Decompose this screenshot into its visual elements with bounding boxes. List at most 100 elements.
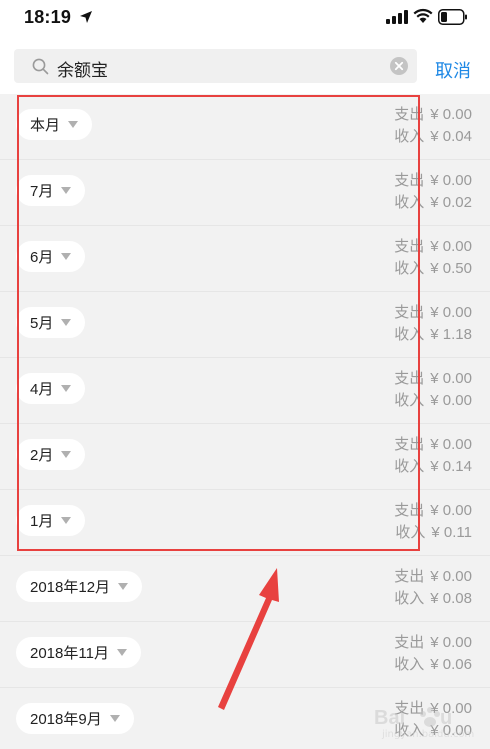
expense-value: ¥ 0.00 bbox=[430, 172, 472, 189]
month-selector[interactable]: 本月 bbox=[16, 109, 93, 140]
expense-value: ¥ 0.00 bbox=[430, 238, 472, 255]
svg-text:Bai: Bai bbox=[374, 707, 405, 729]
search-input[interactable]: 余额宝 bbox=[14, 49, 417, 83]
baidu-watermark: Bai u jingyan.baidu.com bbox=[368, 700, 478, 740]
expense-label: 支出 bbox=[394, 436, 425, 453]
month-selector[interactable]: 2018年9月 bbox=[16, 703, 134, 734]
income-label: 收入 bbox=[394, 128, 425, 145]
expense-label: 支出 bbox=[394, 172, 425, 189]
amounts: 支出 ¥ 0.00 收入 ¥ 0.14 bbox=[394, 434, 472, 478]
income-label: 收入 bbox=[394, 326, 425, 343]
month-selector[interactable]: 7月 bbox=[16, 175, 86, 206]
expense-value: ¥ 0.00 bbox=[430, 436, 472, 453]
income-value: ¥ 0.00 bbox=[430, 392, 472, 409]
income-label: 收入 bbox=[394, 656, 425, 673]
list-item[interactable]: 7月 支出 ¥ 0.00 收入 ¥ 0.02 bbox=[0, 160, 490, 226]
caret-down-icon bbox=[61, 187, 72, 194]
caret-down-icon bbox=[118, 583, 129, 590]
list-item[interactable]: 6月 支出 ¥ 0.00 收入 ¥ 0.50 bbox=[0, 226, 490, 292]
list-item[interactable]: 2018年11月 支出 ¥ 0.00 收入 ¥ 0.06 bbox=[0, 622, 490, 688]
list-item[interactable]: 1月 支出 ¥ 0.00 收入 ¥ 0.11 bbox=[0, 490, 490, 556]
list-item[interactable]: 2018年12月 支出 ¥ 0.00 收入 ¥ 0.08 bbox=[0, 556, 490, 622]
income-label: 收入 bbox=[394, 194, 425, 211]
month-label: 1月 bbox=[30, 513, 54, 530]
month-label: 2018年12月 bbox=[30, 579, 111, 596]
list-item[interactable]: 5月 支出 ¥ 0.00 收入 ¥ 1.18 bbox=[0, 292, 490, 358]
expense-label: 支出 bbox=[394, 568, 425, 585]
month-label: 2月 bbox=[30, 447, 54, 464]
month-selector[interactable]: 5月 bbox=[16, 307, 86, 338]
list-item[interactable]: 4月 支出 ¥ 0.00 收入 ¥ 0.00 bbox=[0, 358, 490, 424]
search-header: 余额宝 取消 bbox=[0, 36, 490, 94]
month-selector[interactable]: 4月 bbox=[16, 373, 86, 404]
month-selector[interactable]: 2018年11月 bbox=[16, 637, 141, 668]
caret-down-icon bbox=[61, 385, 72, 392]
income-value: ¥ 0.14 bbox=[430, 458, 472, 475]
battery-icon bbox=[438, 9, 467, 25]
income-label: 收入 bbox=[394, 260, 425, 277]
month-label: 2018年9月 bbox=[30, 711, 102, 728]
expense-label: 支出 bbox=[394, 634, 425, 651]
amounts: 支出 ¥ 0.00 收入 ¥ 0.06 bbox=[394, 632, 472, 676]
month-label: 2018年11月 bbox=[30, 645, 109, 662]
income-value: ¥ 0.04 bbox=[430, 128, 472, 145]
month-selector[interactable]: 1月 bbox=[16, 505, 86, 536]
expense-value: ¥ 0.00 bbox=[430, 304, 472, 321]
income-value: ¥ 0.08 bbox=[430, 590, 472, 607]
amounts: 支出 ¥ 0.00 收入 ¥ 0.11 bbox=[394, 500, 472, 544]
clear-icon[interactable] bbox=[390, 57, 408, 75]
search-query: 余额宝 bbox=[57, 61, 108, 80]
expense-label: 支出 bbox=[394, 106, 425, 123]
month-label: 本月 bbox=[30, 117, 61, 134]
cancel-button[interactable]: 取消 bbox=[435, 57, 471, 83]
status-bar: 18:19 bbox=[0, 0, 490, 36]
month-selector[interactable]: 2月 bbox=[16, 439, 86, 470]
amounts: 支出 ¥ 0.00 收入 ¥ 0.02 bbox=[394, 170, 472, 214]
month-selector[interactable]: 2018年12月 bbox=[16, 571, 143, 602]
caret-down-icon bbox=[68, 121, 79, 128]
caret-down-icon bbox=[109, 715, 120, 722]
expense-label: 支出 bbox=[394, 502, 425, 519]
list-item[interactable]: 本月 支出 ¥ 0.00 收入 ¥ 0.04 bbox=[0, 94, 490, 160]
income-value: ¥ 0.06 bbox=[430, 656, 472, 673]
amounts: 支出 ¥ 0.00 收入 ¥ 0.00 bbox=[394, 368, 472, 412]
svg-text:u: u bbox=[440, 707, 452, 729]
month-label: 6月 bbox=[30, 249, 54, 266]
caret-down-icon bbox=[61, 451, 72, 458]
income-value: ¥ 1.18 bbox=[430, 326, 472, 343]
status-time: 18:19 bbox=[24, 7, 72, 27]
income-label: 收入 bbox=[394, 392, 425, 409]
income-value: ¥ 0.11 bbox=[431, 524, 472, 541]
caret-down-icon bbox=[61, 253, 72, 260]
svg-text:jingyan.baidu.com: jingyan.baidu.com bbox=[381, 729, 474, 740]
expense-value: ¥ 0.00 bbox=[430, 502, 472, 519]
caret-down-icon bbox=[61, 517, 72, 524]
month-label: 7月 bbox=[30, 183, 54, 200]
month-label: 5月 bbox=[30, 315, 54, 332]
caret-down-icon bbox=[116, 649, 127, 656]
cellular-signal-icon bbox=[386, 10, 408, 24]
month-selector[interactable]: 6月 bbox=[16, 241, 86, 272]
expense-value: ¥ 0.00 bbox=[430, 106, 472, 123]
income-label: 收入 bbox=[395, 524, 426, 541]
expense-label: 支出 bbox=[394, 370, 425, 387]
amounts: 支出 ¥ 0.00 收入 ¥ 0.04 bbox=[394, 104, 472, 148]
income-label: 收入 bbox=[394, 458, 425, 475]
month-label: 4月 bbox=[30, 381, 54, 398]
amounts: 支出 ¥ 0.00 收入 ¥ 1.18 bbox=[394, 302, 472, 346]
amounts: 支出 ¥ 0.00 收入 ¥ 0.50 bbox=[394, 236, 472, 280]
list-item[interactable]: 2月 支出 ¥ 0.00 收入 ¥ 0.14 bbox=[0, 424, 490, 490]
search-icon bbox=[32, 58, 49, 75]
location-arrow-icon bbox=[80, 11, 92, 23]
expense-value: ¥ 0.00 bbox=[430, 370, 472, 387]
income-value: ¥ 0.02 bbox=[430, 194, 472, 211]
expense-value: ¥ 0.00 bbox=[430, 568, 472, 585]
amounts: 支出 ¥ 0.00 收入 ¥ 0.08 bbox=[394, 566, 472, 610]
expense-value: ¥ 0.00 bbox=[430, 634, 472, 651]
expense-label: 支出 bbox=[394, 304, 425, 321]
expense-label: 支出 bbox=[394, 238, 425, 255]
income-value: ¥ 0.50 bbox=[430, 260, 472, 277]
caret-down-icon bbox=[61, 319, 72, 326]
wifi-icon bbox=[413, 8, 433, 23]
income-label: 收入 bbox=[394, 590, 425, 607]
